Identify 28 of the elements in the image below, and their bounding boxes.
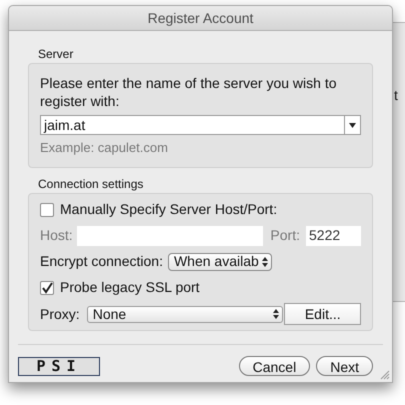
encrypt-popup[interactable]: When availab xyxy=(168,252,272,270)
updown-icon xyxy=(273,309,280,319)
example-text: Example: capulet.com xyxy=(40,139,169,157)
checkbox-label: Probe legacy SSL port xyxy=(60,278,200,297)
dialog-button[interactable]: Next xyxy=(316,356,373,376)
checkbox[interactable] xyxy=(40,202,54,216)
server-value: jaim.at xyxy=(44,116,86,135)
group-label: Connection settings xyxy=(37,177,144,191)
background-text: t xyxy=(394,86,398,105)
dialog-button[interactable]: Cancel xyxy=(238,356,310,376)
checkbox-label: Manually Specify Server Host/Port: xyxy=(60,200,278,219)
server-combo-box[interactable]: jaim.at xyxy=(40,115,361,135)
prompt-text: Please enter the name of the server you wish to register with: xyxy=(40,74,338,110)
checkbox[interactable] xyxy=(40,280,54,294)
encrypt-label: Encrypt connection: xyxy=(40,252,163,271)
port-field[interactable]: 5222 xyxy=(306,226,361,246)
host-field[interactable] xyxy=(77,226,264,246)
edit-button[interactable]: Edit... xyxy=(284,303,361,325)
resize-grip-icon xyxy=(380,370,390,380)
proxy-label: Proxy: xyxy=(40,304,81,324)
port-label: Port: xyxy=(270,226,300,245)
proxy-popup[interactable]: None xyxy=(86,306,284,322)
updown-icon xyxy=(262,256,268,266)
window-title: Register Account xyxy=(148,8,254,28)
host-label: Host: xyxy=(40,226,74,245)
caret-icon xyxy=(349,122,356,128)
group-label: Server xyxy=(37,47,74,61)
logo: PSI xyxy=(18,356,100,376)
